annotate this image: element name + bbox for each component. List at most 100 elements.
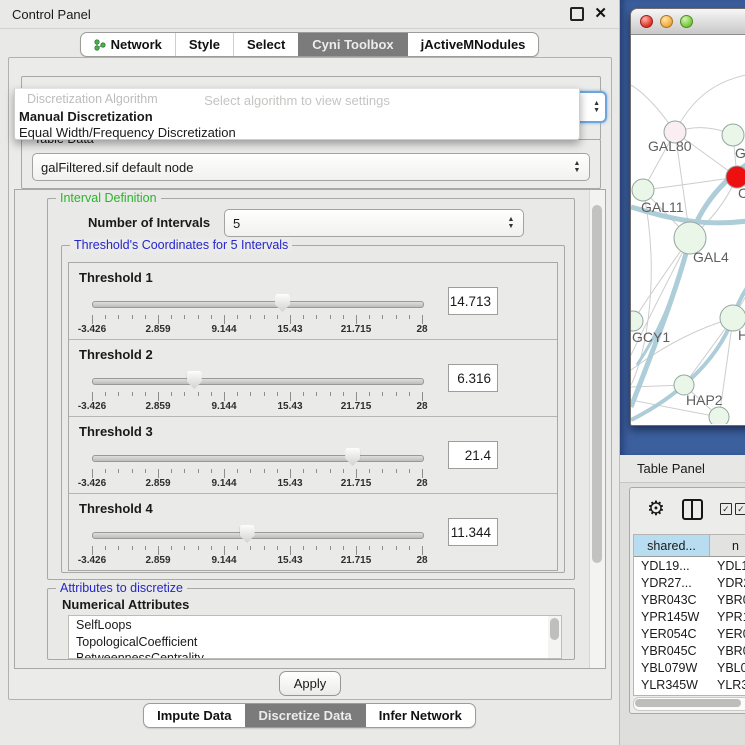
table-hscrollbar[interactable] [633,697,745,711]
cell-name[interactable]: YBL0 [710,659,745,676]
slider-track[interactable] [92,378,424,385]
cell-name[interactable]: YDR2 [710,574,745,591]
tab-cyni-toolbox[interactable]: Cyni Toolbox [298,33,406,56]
table-row[interactable]: YBR043CYBR0 [634,591,745,608]
node-label: C [738,185,745,201]
tab-network[interactable]: Network [81,33,175,56]
table-row[interactable]: YLR345WYLR3 [634,676,745,693]
node-label: GCY1 [632,329,670,345]
zoom-traffic-light-icon[interactable] [680,15,693,28]
slider-ticks [92,315,423,324]
slider-knob[interactable] [240,525,255,543]
tab-discretize-data[interactable]: Discretize Data [245,704,365,727]
cell-shared-name[interactable]: YDR27... [634,574,710,591]
column-header-name[interactable]: n [710,535,745,556]
numerical-attributes-list: SelfLoopsTopologicalCoefficientBetweenne… [68,615,562,659]
settings-scrollpane: Interval Definition Number of Intervals … [14,189,606,669]
network-node-ga[interactable] [722,124,744,146]
threshold-value-field[interactable]: 21.4 [448,441,498,469]
numerical-attributes-label: Numerical Attributes [62,597,189,612]
table-row[interactable]: YER054CYER0 [634,625,745,642]
list-scrollbar-thumb[interactable] [550,618,559,640]
table-row[interactable]: YIL052CYIL0 [634,693,745,696]
tab-label: Select [247,37,285,52]
table-row[interactable]: YPR145WYPR1 [634,608,745,625]
slider-track[interactable] [92,455,424,462]
attribute-list-item[interactable]: SelfLoops [76,617,561,634]
table-row[interactable]: YBR045CYBR0 [634,642,745,659]
threshold-value-field[interactable]: 6.316 [448,364,498,392]
column-header-shared-name[interactable]: shared... [634,535,710,556]
tab-style[interactable]: Style [175,33,233,56]
slider-knob[interactable] [275,294,290,312]
split-columns-icon[interactable] [682,499,703,520]
interval-definition-group: Interval Definition Number of Intervals … [47,198,575,580]
settings-scrollbar[interactable] [589,190,605,668]
table-row[interactable]: YBL079WYBL0 [634,659,745,676]
tab-infer-network[interactable]: Infer Network [365,704,475,727]
tab-jactivemnodules[interactable]: jActiveMNodules [407,33,539,56]
cell-name[interactable]: YBR0 [710,591,745,608]
table-hscrollbar-thumb[interactable] [635,699,741,707]
network-node-gal11[interactable] [632,179,654,201]
tab-select[interactable]: Select [233,33,298,56]
column-select-icons[interactable]: ✓ ✓ [720,503,745,515]
threshold-value-field[interactable]: 14.713 [448,287,498,315]
slider-track[interactable] [92,532,424,539]
list-scrollbar[interactable] [548,616,561,658]
slider-ticks [92,469,423,478]
attribute-list-item[interactable]: BetweennessCentrality [76,650,561,659]
cell-shared-name[interactable]: YBL079W [634,659,710,676]
gear-icon[interactable]: ⚙ [647,499,665,519]
cell-shared-name[interactable]: YIL052C [634,693,710,696]
cell-shared-name[interactable]: YBR045C [634,642,710,659]
popup-item-manual-discretization[interactable]: Manual Discretization [18,109,576,125]
close-traffic-light-icon[interactable] [640,15,653,28]
table-data-group: Table Data galFiltered.sif default node … [21,139,601,189]
table-header-row: shared... n [634,535,745,557]
cell-name[interactable]: YIL0 [710,693,745,696]
threshold-row: Threshold 2-3.4262.8599.14415.4321.71528… [69,340,557,417]
table-row[interactable]: YDL19...YDL1 [634,557,745,574]
slider-knob[interactable] [345,448,360,466]
cell-name[interactable]: YDL1 [710,557,745,574]
num-intervals-combobox[interactable]: 5 ▲▼ [224,209,524,237]
threshold-row: Threshold 4-3.4262.8599.14415.4321.71528… [69,494,557,570]
network-node-gcy1[interactable] [631,311,643,331]
cell-shared-name[interactable]: YER054C [634,625,710,642]
cell-shared-name[interactable]: YPR145W [634,608,710,625]
popup-item-equal-width[interactable]: Equal Width/Frequency Discretization [18,125,576,141]
network-canvas[interactable]: GAL80GACGAL11GAL4GCY1HHAP2 [631,35,745,424]
node-table: shared... n YDL19...YDL1YDR27...YDR2YBR0… [633,534,745,696]
network-node[interactable] [709,407,729,424]
attribute-list-item[interactable]: TopologicalCoefficient [76,634,561,651]
slider-ticks [92,546,423,555]
cell-shared-name[interactable]: YDL19... [634,557,710,574]
apply-button[interactable]: Apply [279,671,341,696]
cell-name[interactable]: YPR1 [710,608,745,625]
table-panel: Table Panel ⚙ ✓ ✓ shared... n YDL19...YD… [620,455,745,745]
table-toolbar: ⚙ ✓ ✓ [630,488,745,530]
float-window-icon[interactable] [570,7,584,21]
tab-label: Network [111,37,162,52]
table-row[interactable]: YDR27...YDR2 [634,574,745,591]
slider-knob[interactable] [187,371,202,389]
cell-name[interactable]: YLR3 [710,676,745,693]
table-data-combobox[interactable]: galFiltered.sif default node ▲▼ [32,153,590,181]
cell-shared-name[interactable]: YBR043C [634,591,710,608]
threshold-label: Threshold 1 [79,270,153,285]
panel-title: Control Panel [12,7,91,22]
thresholds-group-title: Threshold's Coordinates for 5 Intervals [70,238,292,252]
stepper-arrows-icon: ▲▼ [569,161,585,174]
cell-name[interactable]: YBR0 [710,642,745,659]
slider-track[interactable] [92,301,424,308]
cell-name[interactable]: YER0 [710,625,745,642]
minimize-traffic-light-icon[interactable] [660,15,673,28]
threshold-value-field[interactable]: 11.344 [448,518,498,546]
node-label: HAP2 [686,392,723,408]
threshold-row: Threshold 3-3.4262.8599.14415.4321.71528… [69,417,557,494]
tab-impute-data[interactable]: Impute Data [144,704,244,727]
settings-scrollbar-thumb[interactable] [592,205,602,563]
cell-shared-name[interactable]: YLR345W [634,676,710,693]
close-icon[interactable]: ✕ [594,9,607,19]
